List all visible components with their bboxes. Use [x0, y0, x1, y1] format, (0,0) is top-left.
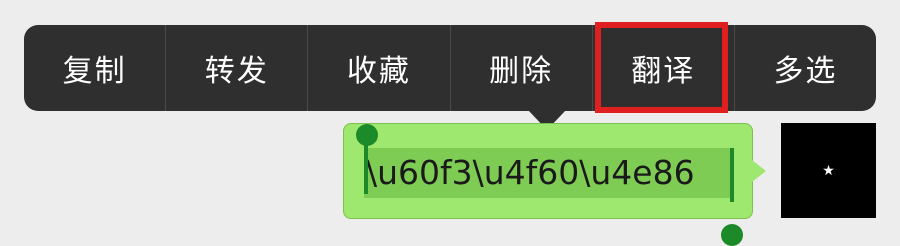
menu-item-copy[interactable]: 复制	[24, 25, 165, 111]
menu-item-label: 多选	[773, 54, 838, 89]
selection-end-handle[interactable]	[721, 224, 743, 246]
menu-item-label: 翻译	[631, 54, 696, 89]
menu-item-favorite[interactable]: 收藏	[307, 25, 449, 111]
menu-item-multi-select[interactable]: 多选	[733, 25, 876, 111]
selection-end-cursor	[730, 148, 734, 202]
avatar[interactable]: ★	[781, 123, 876, 218]
star-icon: ★	[822, 162, 835, 179]
menu-item-label: 收藏	[346, 54, 411, 89]
selection-start-handle[interactable]	[356, 124, 378, 146]
message-text: \u60f3\u4f60\u4e86	[366, 153, 695, 192]
menu-item-label: 删除	[489, 54, 554, 89]
menu-item-delete[interactable]: 删除	[449, 25, 592, 111]
menu-item-translate[interactable]: 翻译	[591, 22, 734, 113]
menu-item-label: 转发	[204, 54, 269, 89]
bubble-tail	[752, 160, 766, 182]
context-menu: 复制 转发 收藏 删除 翻译 多选	[24, 22, 876, 113]
menu-item-label: 复制	[62, 54, 127, 89]
selection-start-cursor	[364, 140, 368, 194]
menu-item-forward[interactable]: 转发	[165, 25, 307, 111]
